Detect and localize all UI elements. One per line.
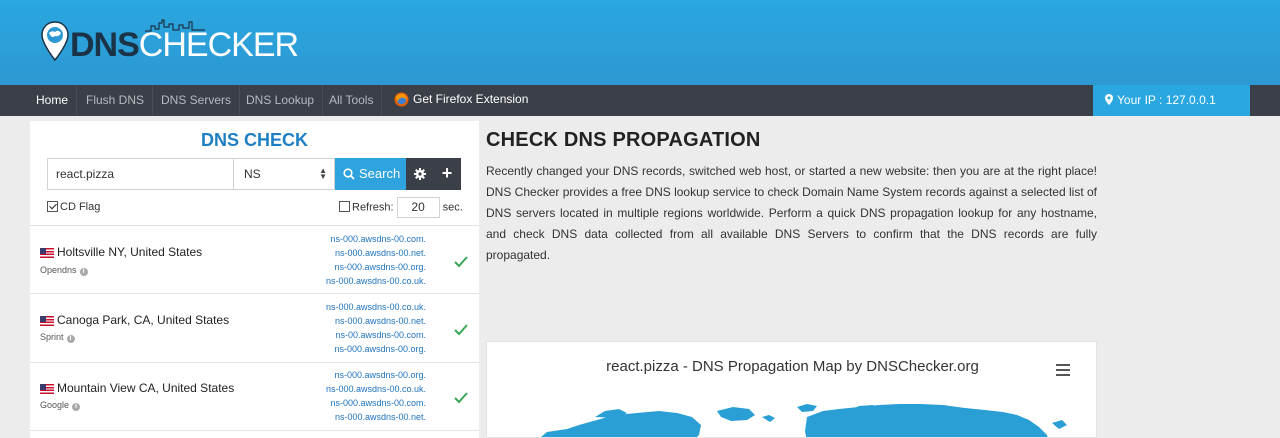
result-isp-label: Sprint — [40, 332, 64, 342]
nav-item-all-tools[interactable]: All Tools — [321, 85, 383, 116]
us-flag-icon — [40, 316, 54, 326]
your-ip-badge: Your IP : 127.0.0.1 — [1093, 85, 1250, 116]
result-isp: Sprint i — [40, 332, 75, 343]
logo-checker-text: CHECKER — [138, 26, 299, 64]
propagation-map-card: react.pizza - DNS Propagation Map by DNS… — [486, 341, 1097, 438]
result-row: Canoga Park, CA, United States Sprint i n… — [30, 295, 479, 363]
world-map — [541, 404, 1067, 437]
refresh-checkbox[interactable] — [339, 201, 350, 213]
ns-record: ns-000.awsdns-00.net. — [334, 316, 426, 326]
nav-item-dns-servers[interactable]: DNS Servers — [153, 85, 241, 116]
ns-record: ns-000.awsdns-00.net. — [334, 248, 426, 258]
info-icon[interactable]: i — [66, 335, 75, 343]
us-flag-icon — [40, 384, 54, 394]
result-location: Mountain View CA, United States — [57, 381, 235, 395]
hamburger-menu-icon[interactable] — [1056, 364, 1070, 376]
result-row: Mountain View CA, United States Google i … — [30, 363, 479, 431]
firefox-extension-link[interactable]: Get Firefox Extension — [394, 85, 528, 114]
result-ns-list: ns-000.awsdns-00.co.uk. ns-000.awsdns-00… — [326, 300, 426, 356]
result-isp-label: Google — [40, 400, 70, 410]
main-nav: Home Flush DNS DNS Servers DNS Lookup Al… — [0, 85, 1280, 116]
ns-record: ns-000.awsdns-00.org. — [334, 262, 426, 272]
your-ip-text: Your IP : 127.0.0.1 — [1117, 93, 1216, 107]
search-button-label: Search — [359, 166, 401, 181]
ns-record: ns-000.awsdns-00.co.uk. — [325, 384, 426, 394]
gear-icon — [413, 168, 426, 180]
result-isp-label: Opendns — [40, 265, 77, 275]
result-isp: Opendns i — [40, 265, 88, 276]
nav-item-flush-dns[interactable]: Flush DNS — [78, 85, 154, 116]
result-row: Holtsville NY, United States Opendns i ns… — [30, 226, 479, 294]
ns-record: ns-000.awsdns-00.com. — [330, 398, 426, 408]
logo-wordmark: DNSCHECKER — [70, 26, 299, 64]
checkbox-checked-icon[interactable] — [47, 201, 58, 212]
map-marker-icon — [1105, 94, 1113, 105]
page-title: CHECK DNS PROPAGATION — [486, 129, 761, 151]
ns-record: ns-000.awsdns-00.org. — [334, 370, 426, 380]
ns-record: ns-000.awsdns-00.net. — [334, 412, 426, 422]
refresh-control: Refresh: 20 sec. — [339, 197, 463, 218]
check-icon — [454, 256, 468, 268]
nav-item-dns-lookup[interactable]: DNS Lookup — [238, 85, 324, 116]
result-ns-list: ns-000.awsdns-00.com. ns-000.awsdns-00.n… — [326, 232, 426, 288]
settings-button[interactable] — [406, 158, 433, 190]
result-ns-list: ns-000.awsdns-00.org. ns-000.awsdns-00.c… — [326, 368, 426, 424]
nav-item-home[interactable]: Home — [28, 85, 78, 116]
add-button[interactable]: + — [433, 158, 461, 190]
search-icon — [343, 168, 355, 180]
ns-record: ns-000.awsdns-00.co.uk. — [325, 276, 426, 286]
page-description: Recently changed your DNS records, switc… — [486, 164, 1097, 262]
ns-record: ns-00.awsdns-00.com. — [335, 330, 426, 340]
panel-title: DNS CHECK — [200, 130, 308, 150]
map-title: react.pizza - DNS Propagation Map by DNS… — [606, 358, 979, 375]
check-icon — [454, 392, 468, 404]
cd-flag-label: CD Flag — [60, 201, 101, 213]
refresh-seconds-input[interactable]: 20 — [396, 197, 440, 218]
info-icon[interactable]: i — [79, 268, 88, 276]
refresh-unit: sec. — [442, 201, 463, 214]
search-button[interactable]: Search — [335, 158, 406, 190]
record-type-select[interactable]: NS ▲ ▼ — [233, 158, 335, 190]
logo-dns-text: DNS — [70, 26, 140, 64]
plus-icon: + — [441, 163, 453, 183]
us-flag-icon — [40, 248, 54, 258]
globe-pin-icon — [41, 21, 69, 62]
result-location: Canoga Park, CA, United States — [57, 313, 230, 327]
result-location: Holtsville NY, United States — [57, 245, 203, 259]
dns-check-panel: DNS CHECK react.pizza NS ▲ ▼ Search + CD … — [30, 121, 479, 438]
ns-record: ns-000.awsdns-00.org. — [334, 344, 426, 354]
refresh-label: Refresh: — [352, 201, 394, 214]
firefox-extension-label: Get Firefox Extension — [413, 92, 529, 106]
select-arrows-icon: ▲ ▼ — [319, 166, 327, 181]
cd-flag-checkbox[interactable]: CD Flag — [47, 201, 100, 214]
info-icon[interactable]: i — [72, 403, 81, 411]
ns-record: ns-000.awsdns-00.com. — [330, 234, 426, 244]
dnschecker-logo[interactable]: DNSCHECKER — [40, 16, 299, 66]
check-icon — [454, 324, 468, 336]
result-isp: Google i — [40, 400, 81, 411]
domain-input[interactable]: react.pizza — [47, 158, 234, 190]
firefox-icon — [394, 92, 409, 107]
record-type-value: NS — [244, 167, 261, 181]
site-header: DNSCHECKER — [0, 0, 1280, 85]
ns-record: ns-000.awsdns-00.co.uk. — [325, 302, 426, 312]
